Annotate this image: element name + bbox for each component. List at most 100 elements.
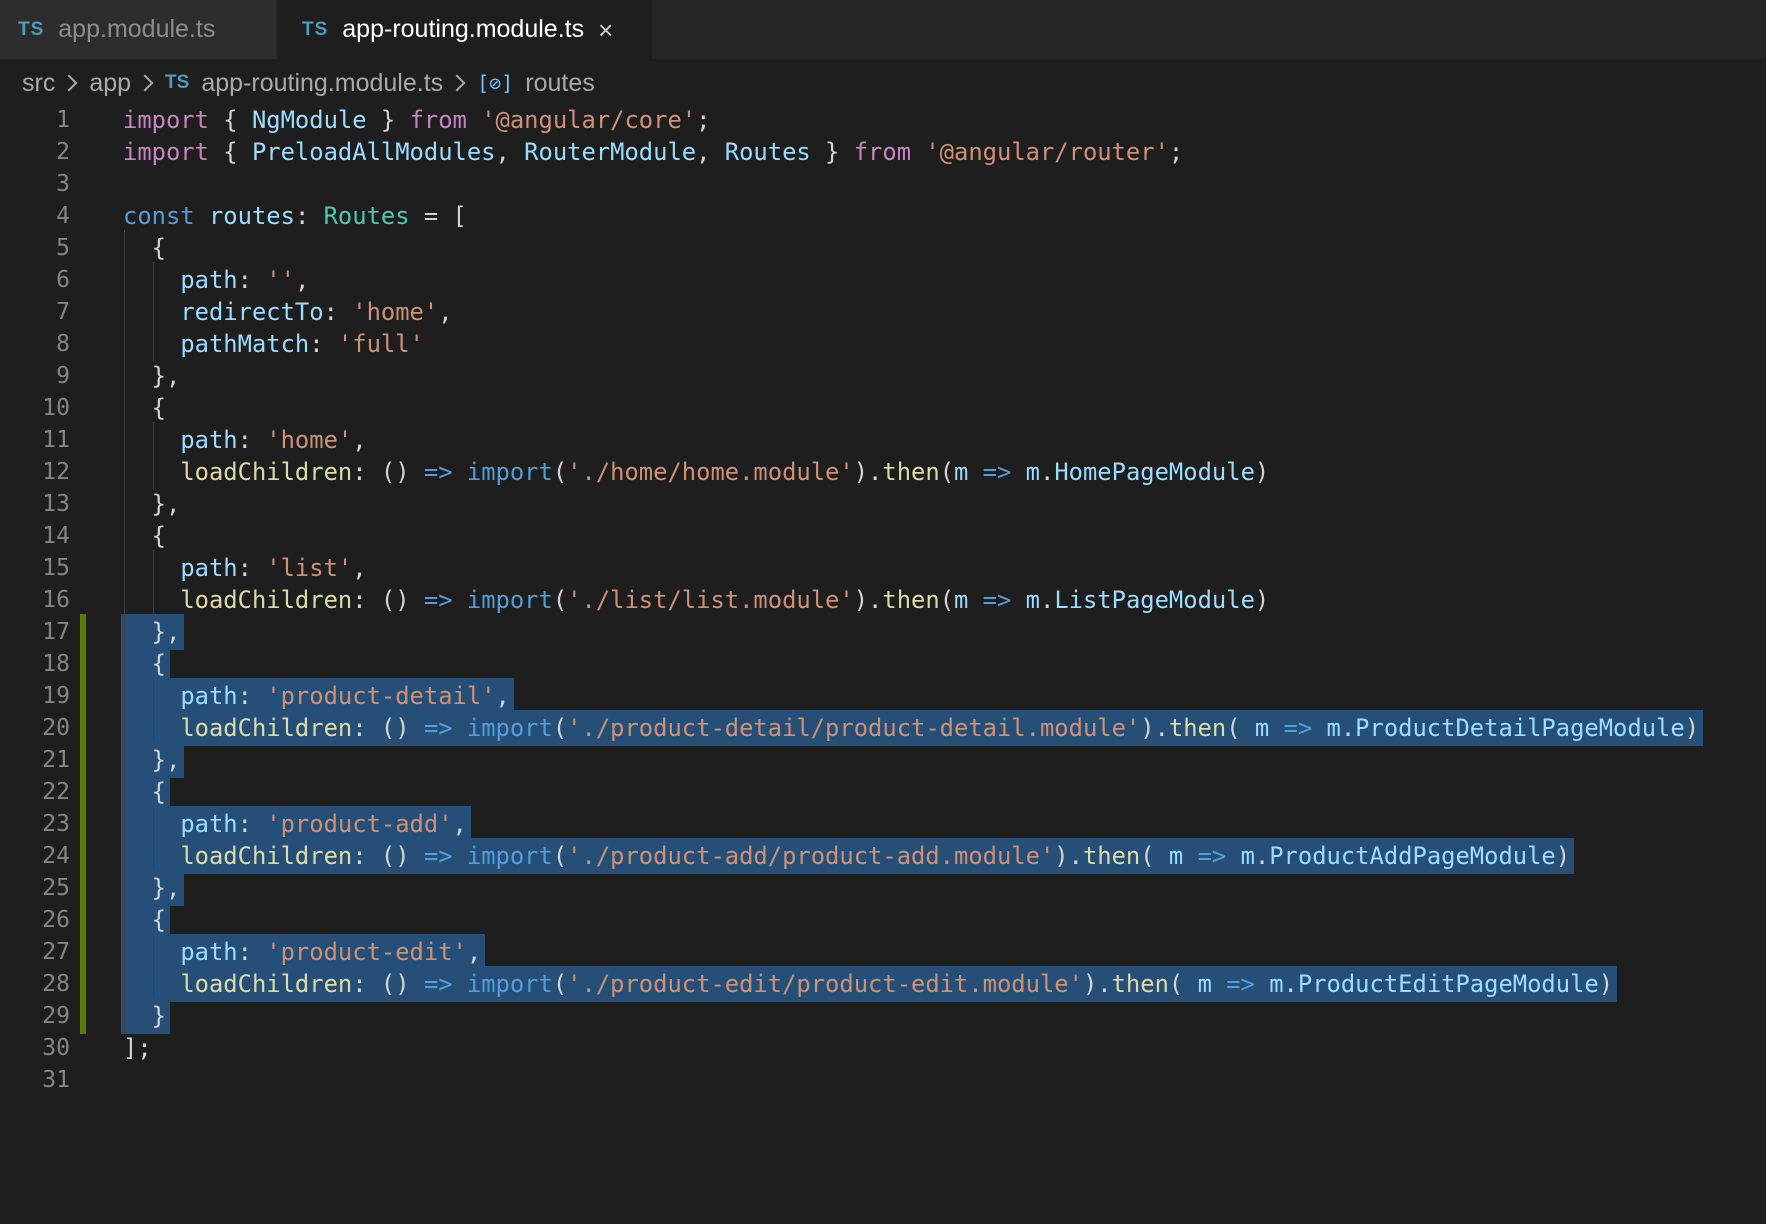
code-text: { [123, 774, 166, 810]
code-text: loadChildren: () => import('./list/list.… [123, 582, 1269, 618]
code-token: : () [352, 586, 424, 614]
code-token: 'product-edit' [266, 938, 467, 966]
code-text: { [123, 518, 166, 554]
code-text: const routes: Routes = [ [123, 198, 467, 234]
code-token: import [123, 106, 209, 134]
code-token: : () [352, 842, 424, 870]
tab-app-routing-module[interactable]: TS app-routing.module.ts × [278, 0, 652, 59]
code-line[interactable]: 17 }, [0, 614, 1766, 650]
code-text: }, [123, 614, 181, 650]
code-line[interactable]: 4 const routes: Routes = [ [0, 198, 1766, 234]
git-modified-gutter-marker [80, 646, 86, 682]
code-line[interactable]: 30]; [0, 1030, 1766, 1066]
code-token: loadChildren [180, 970, 353, 998]
code-token: { [208, 106, 252, 134]
code-text: ]; [123, 1030, 152, 1066]
code-token: : [323, 298, 353, 326]
code-line[interactable]: 25 }, [0, 870, 1766, 906]
code-token: , [352, 426, 367, 454]
code-line[interactable]: 31 [0, 1062, 1766, 1098]
code-line[interactable]: 19 path: 'product-detail', [0, 678, 1766, 714]
code-token: ( [552, 586, 568, 614]
chevron-right-icon [448, 74, 466, 92]
code-text: }, [123, 358, 181, 394]
tab-app-module[interactable]: TS app.module.ts [0, 0, 276, 59]
line-number: 27 [42, 939, 70, 965]
close-icon[interactable]: × [598, 17, 613, 43]
code-line[interactable]: 24 loadChildren: () => import('./product… [0, 838, 1766, 874]
code-line[interactable]: 12 loadChildren: () => import('./home/ho… [0, 454, 1766, 490]
tab-label: app.module.ts [58, 15, 216, 43]
code-token: '' [266, 266, 295, 294]
git-modified-gutter-marker [80, 998, 86, 1034]
code-line[interactable]: 21 }, [0, 742, 1766, 778]
breadcrumb-item-app[interactable]: app [89, 69, 131, 98]
breadcrumb-item-file[interactable]: app-routing.module.ts [201, 69, 443, 98]
code-token: './home/home.module' [567, 458, 854, 486]
code-line[interactable]: 16 loadChildren: () => import('./list/li… [0, 582, 1766, 618]
code-token: NgModule [251, 106, 367, 134]
breadcrumb-item-symbol[interactable]: routes [525, 69, 594, 98]
code-text: pathMatch: 'full' [123, 326, 424, 362]
code-line[interactable]: 8 pathMatch: 'full' [0, 326, 1766, 362]
line-number: 8 [56, 331, 70, 357]
tab-bar: TS app.module.ts TS app-routing.module.t… [0, 0, 1766, 59]
code-token: => [982, 458, 1012, 486]
code-line[interactable]: 28 loadChildren: () => import('./product… [0, 966, 1766, 1002]
code-token: , [452, 810, 467, 838]
code-line[interactable]: 26 { [0, 902, 1766, 938]
code-line[interactable]: 10 { [0, 390, 1766, 426]
code-line[interactable]: 7 redirectTo: 'home', [0, 294, 1766, 330]
code-token: './product-detail/product-detail.module' [567, 714, 1141, 742]
code-line[interactable]: 18 { [0, 646, 1766, 682]
code-token: = [ [409, 202, 467, 230]
code-token: ( [1226, 714, 1255, 742]
code-token: ; [696, 106, 711, 134]
code-line[interactable]: 11 path: 'home', [0, 422, 1766, 458]
code-token: import [466, 714, 553, 742]
code-line[interactable]: 3 [0, 166, 1766, 202]
code-line[interactable]: 29 } [0, 998, 1766, 1034]
code-token: }, [123, 746, 181, 774]
code-line[interactable]: 22 { [0, 774, 1766, 810]
code-line[interactable]: 27 path: 'product-edit', [0, 934, 1766, 970]
code-line[interactable]: 23 path: 'product-add', [0, 806, 1766, 842]
code-line[interactable]: 5 { [0, 230, 1766, 266]
code-token: path [180, 426, 238, 454]
code-line[interactable]: 13 }, [0, 486, 1766, 522]
line-number: 18 [42, 651, 70, 677]
chevron-right-icon [136, 74, 154, 92]
line-number: 29 [42, 1003, 70, 1029]
git-modified-gutter-marker [80, 742, 86, 778]
code-token: ProductEditPageModule [1297, 970, 1599, 998]
code-token: ) [1254, 458, 1270, 486]
code-token: => [423, 586, 453, 614]
code-editor[interactable]: 1 import { NgModule } from '@angular/core… [0, 104, 1766, 1224]
code-line[interactable]: 6 path: '', [0, 262, 1766, 298]
code-token: { [123, 234, 166, 262]
breadcrumb-item-src[interactable]: src [22, 69, 55, 98]
code-text: loadChildren: () => import('./home/home.… [123, 454, 1269, 490]
code-line[interactable]: 9 }, [0, 358, 1766, 394]
line-number: 11 [42, 427, 70, 453]
code-token: ). [1082, 970, 1112, 998]
code-line[interactable]: 20 loadChildren: () => import('./product… [0, 710, 1766, 746]
code-token: : [237, 426, 267, 454]
code-token: m [1197, 970, 1212, 998]
code-line[interactable]: 1 import { NgModule } from '@angular/core… [0, 102, 1766, 138]
code-token: : () [352, 714, 424, 742]
git-modified-gutter-marker [80, 870, 86, 906]
code-token: , [294, 266, 310, 294]
code-line[interactable]: 15 path: 'list', [0, 550, 1766, 586]
code-line[interactable]: 2 import { PreloadAllModules, RouterModul… [0, 134, 1766, 170]
git-modified-gutter-marker [80, 966, 86, 1002]
code-token: m [1025, 458, 1040, 486]
chevron-right-icon [60, 74, 78, 92]
code-token: ; [1168, 138, 1184, 166]
code-line[interactable]: 14 { [0, 518, 1766, 554]
